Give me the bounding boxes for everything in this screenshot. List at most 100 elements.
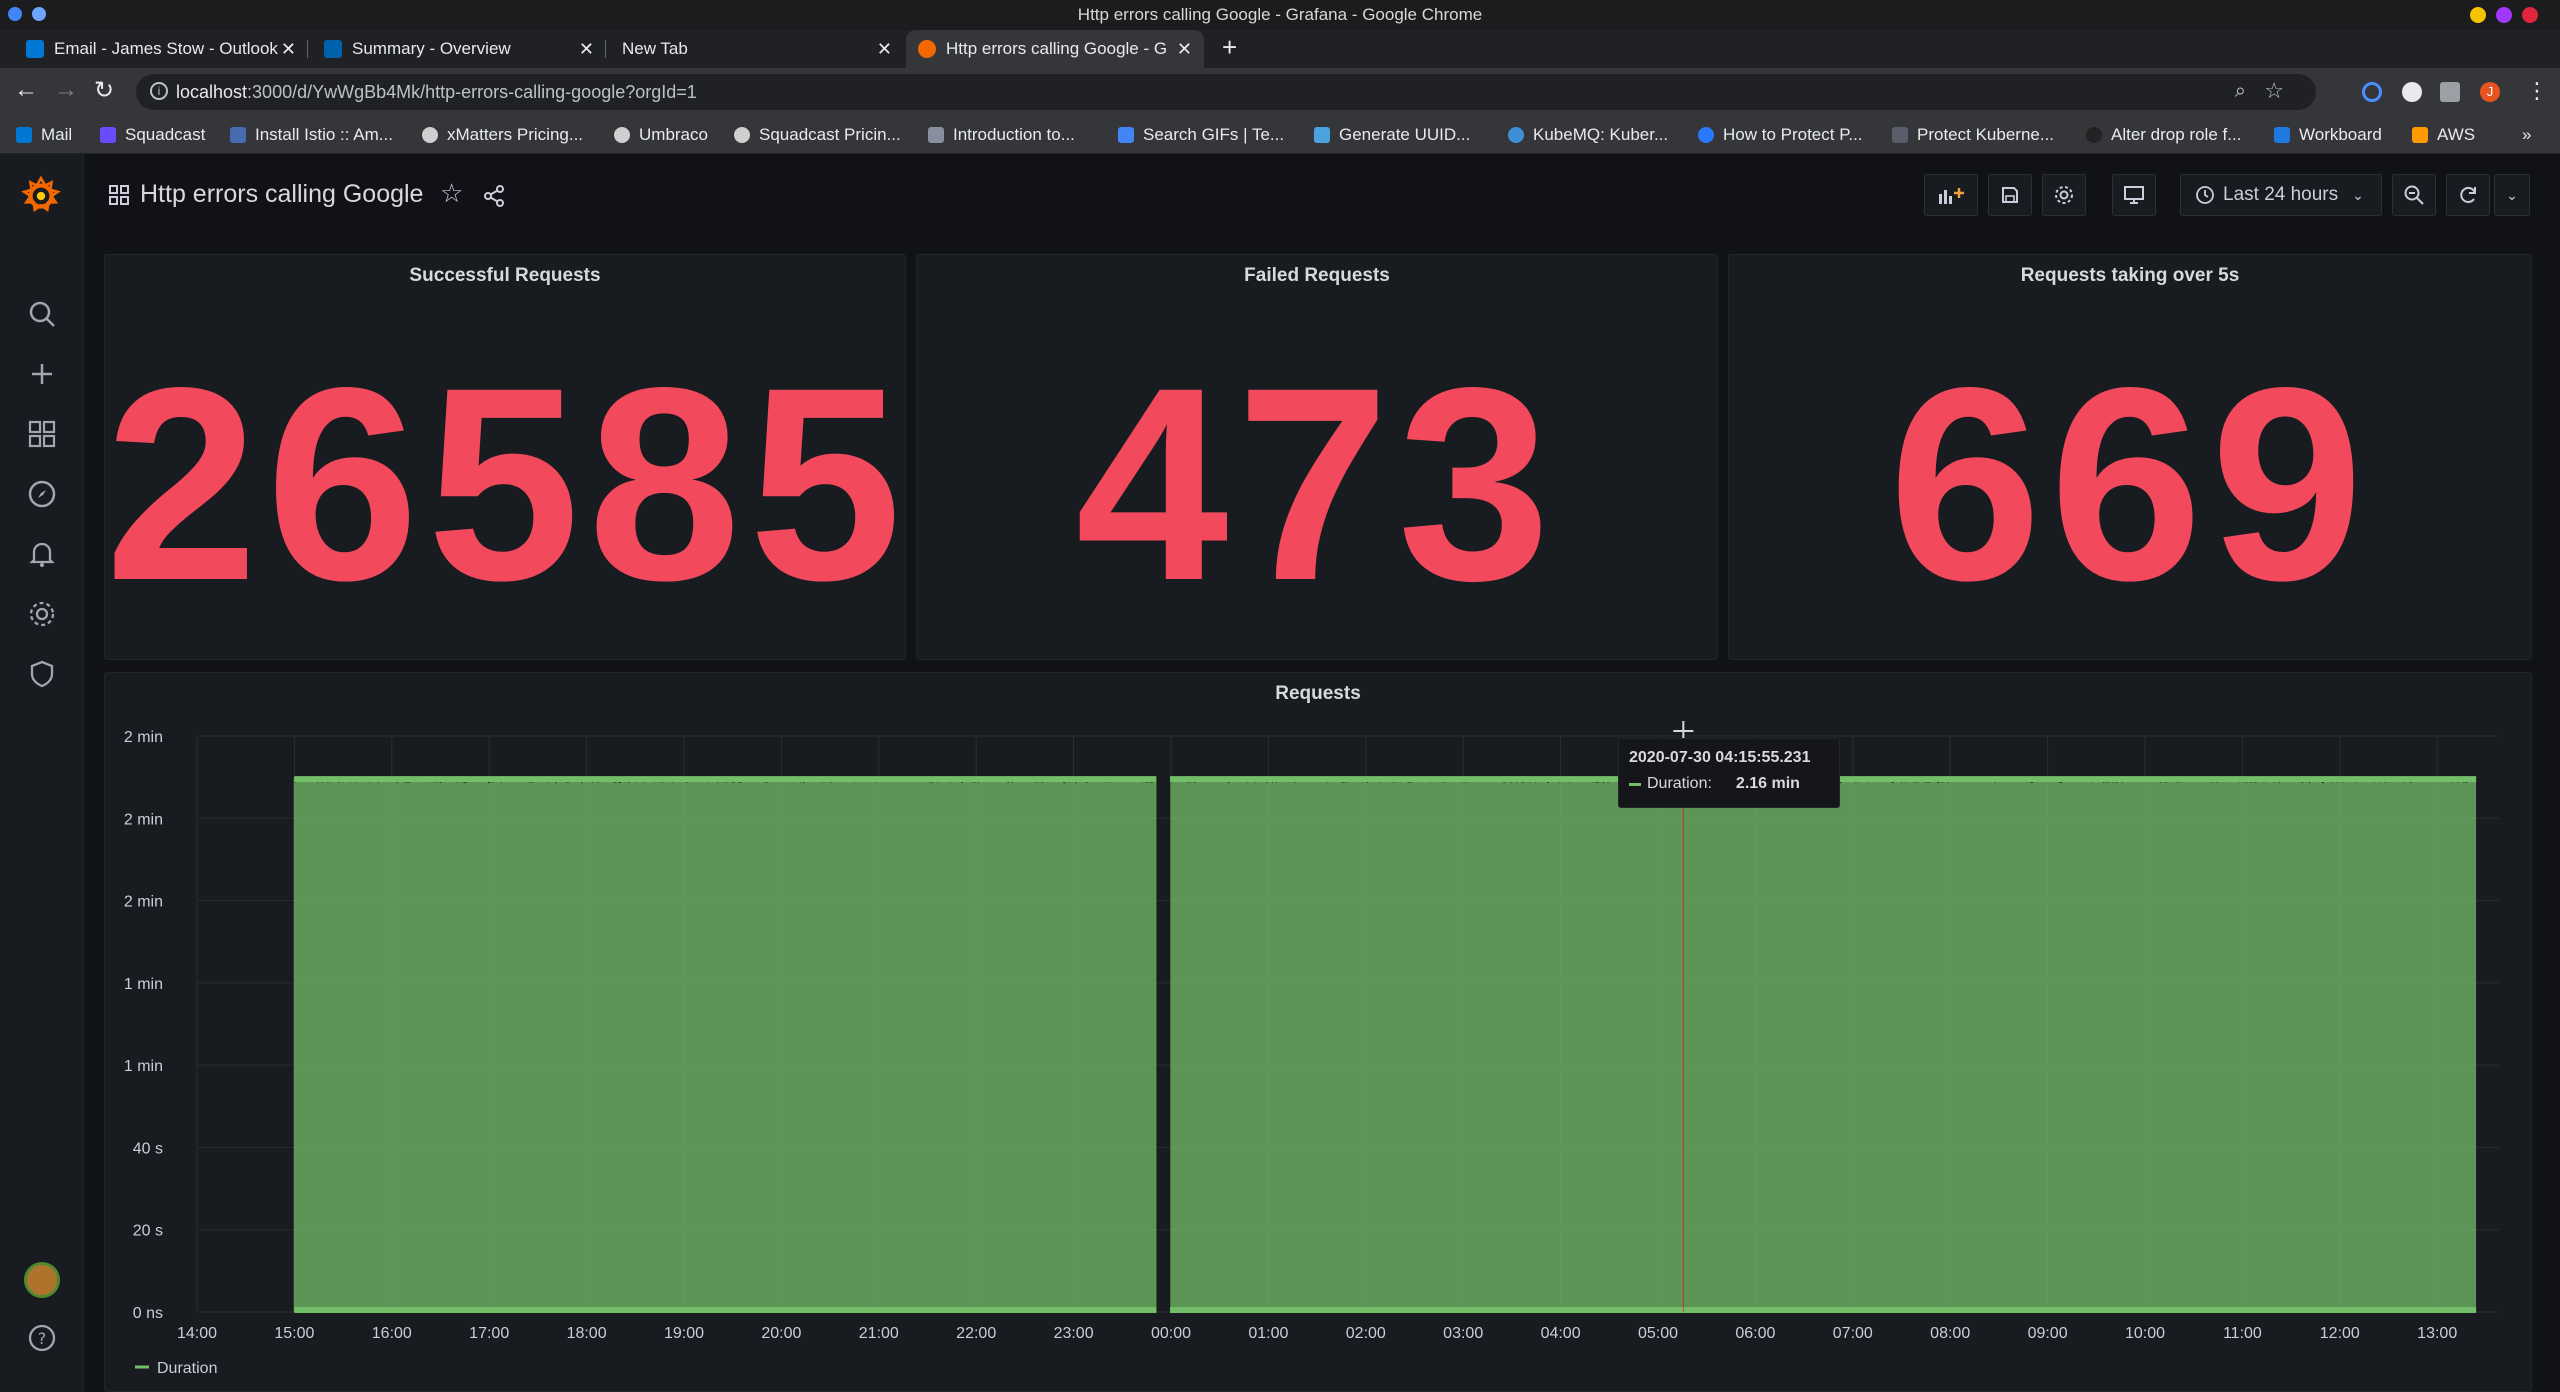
bookmark-item[interactable]: Umbraco [614,125,708,145]
x-tick-label: 01:00 [1248,1325,1288,1342]
tab-new[interactable]: New Tab ✕ [610,30,904,68]
tab-label: Summary - Overview [352,39,511,58]
back-icon[interactable]: ← [14,76,38,104]
toolbar: ← → ↻ i localhost:3000/d/YwWgBb4Mk/http-… [0,68,2560,116]
search-icon[interactable] [26,298,58,330]
requests-chart[interactable]: 0 ns 20 s 40 s 1 min 1 min 2 min 2 min 2 min 14:… [105,673,2531,1391]
gif-icon [1118,127,1134,143]
bookmarks-bar: Mail Squadcast Install Istio :: Am... xM… [0,116,2560,154]
server-admin-shield-icon[interactable] [26,658,58,690]
x-tick-label: 22:00 [956,1325,996,1342]
save-icon [2002,187,2018,203]
grafana-logo-icon[interactable] [20,174,62,216]
outlook-icon [26,40,44,58]
panel-title: Successful Requests [409,265,601,286]
graph-panel-requests[interactable]: Requests 0 ns 20 s 40 s1 min 1 min 2 min 2 mi… [104,672,2532,1392]
view-mode-button[interactable] [2112,174,2156,216]
explore-compass-icon[interactable] [26,478,58,510]
bookmark-item[interactable]: Search GIFs | Te... [1118,125,1284,145]
configuration-gear-icon[interactable] [26,598,58,630]
dashboard-title[interactable]: Http errors calling Google [140,180,423,209]
refresh-button[interactable] [2446,174,2490,216]
profile-avatar[interactable]: J [2480,82,2500,102]
stat-panel-successful[interactable]: Successful Requests 26585 [104,254,906,660]
close-tab-icon[interactable]: ✕ [1177,39,1192,60]
zoom-icon[interactable]: ⌕ [2235,80,2246,103]
bookmark-label: Squadcast [125,125,206,144]
page-icon [1698,127,1714,143]
reload-icon[interactable]: ↻ [94,76,114,105]
window-controls[interactable] [2470,7,2538,23]
bookmark-item[interactable]: Protect Kuberne... [1892,125,2054,145]
aws-icon [2412,127,2428,143]
bookmark-item[interactable]: Generate UUID... [1314,125,1470,145]
time-picker-button[interactable]: Last 24 hours ⌄ [2180,174,2382,216]
dashboards-icon[interactable] [26,418,58,450]
refresh-interval-dropdown[interactable]: ⌄ [2494,174,2530,216]
bookmark-item[interactable]: Squadcast Pricin... [734,125,901,145]
bookmark-item[interactable]: Alter drop role f... [2086,125,2241,145]
stat-panel-failed[interactable]: Failed Requests 473 [916,254,1718,660]
gear-icon [2055,186,2073,204]
bookmark-item[interactable]: Mail [16,125,72,145]
tab-outlook[interactable]: Email - James Stow - Outlook ✕ [14,30,308,68]
mail-icon [16,127,32,143]
bookmark-star-icon[interactable]: ☆ [2264,78,2284,104]
close-tab-icon[interactable]: ✕ [281,39,296,60]
plus-icon[interactable] [26,358,58,390]
panel-title: Failed Requests [1244,265,1390,286]
bookmark-item[interactable]: AWS [2412,125,2475,145]
tab-summary[interactable]: Summary - Overview ✕ [312,30,606,68]
stat-panel-slow[interactable]: Requests taking over 5s 669 [1728,254,2532,660]
time-range-label: Last 24 hours [2223,184,2339,205]
bookmark-label: Generate UUID... [1339,125,1471,144]
close-tab-icon[interactable]: ✕ [579,39,594,60]
address-bar[interactable]: i localhost:3000/d/YwWgBb4Mk/http-errors… [136,74,2316,110]
chrome-menu-icon[interactable]: ⋮ [2526,78,2548,104]
x-tick-label: 21:00 [859,1325,899,1342]
forward-icon[interactable]: → [54,76,78,104]
star-icon[interactable]: ☆ [440,178,463,209]
bookmark-label: Introduction to... [953,125,1075,144]
minimize-button[interactable] [2470,7,2486,23]
zoom-out-button[interactable] [2392,174,2436,216]
bookmark-item[interactable]: Workboard [2274,125,2382,145]
kubemq-icon [1508,127,1524,143]
more-bookmarks-icon[interactable]: » [2522,125,2531,145]
close-window-button[interactable] [2522,7,2538,23]
url-path: :3000/d/YwWgBb4Mk/http-errors-calling-go… [247,81,697,102]
squadcast-icon [100,127,116,143]
clock-icon [2196,186,2214,204]
new-tab-button[interactable]: + [1222,32,1237,63]
x-tick-label: 09:00 [2028,1325,2068,1342]
share-icon[interactable] [482,184,506,208]
extension-icon[interactable] [2362,82,2382,102]
alerting-bell-icon[interactable] [26,538,58,570]
page-icon [1892,127,1908,143]
save-dashboard-button[interactable] [1988,174,2032,216]
bookmark-item[interactable]: KubeMQ: Kuber... [1508,125,1668,145]
add-panel-button[interactable] [1924,174,1978,216]
tab-grafana[interactable]: Http errors calling Google - G ✕ [906,30,1204,68]
maximize-button[interactable] [2496,7,2512,23]
puzzle-icon[interactable] [2440,82,2460,102]
bookmark-label: Search GIFs | Te... [1143,125,1285,144]
dashboard-settings-button[interactable] [2042,174,2086,216]
bookmark-label: Squadcast Pricin... [759,125,901,144]
y-tick-label: 40 s [133,1140,163,1157]
y-tick-label: 1 min [124,976,163,993]
bookmark-item[interactable]: Introduction to... [928,125,1075,145]
x-tick-label: 13:00 [2417,1325,2457,1342]
bookmark-item[interactable]: xMatters Pricing... [422,125,583,145]
close-tab-icon[interactable]: ✕ [877,39,892,60]
x-tick-label: 08:00 [1930,1325,1970,1342]
extension-icon[interactable] [2402,82,2422,102]
info-icon[interactable]: i [150,82,168,100]
user-avatar[interactable] [24,1262,60,1298]
bookmark-item[interactable]: Squadcast [100,125,205,145]
bookmark-item[interactable]: Install Istio :: Am... [230,125,393,145]
window-titlebar: Http errors calling Google - Grafana - G… [0,0,2560,30]
help-icon[interactable]: ? [26,1322,58,1354]
bookmark-item[interactable]: How to Protect P... [1698,125,1863,145]
x-tick-label: 20:00 [761,1325,801,1342]
